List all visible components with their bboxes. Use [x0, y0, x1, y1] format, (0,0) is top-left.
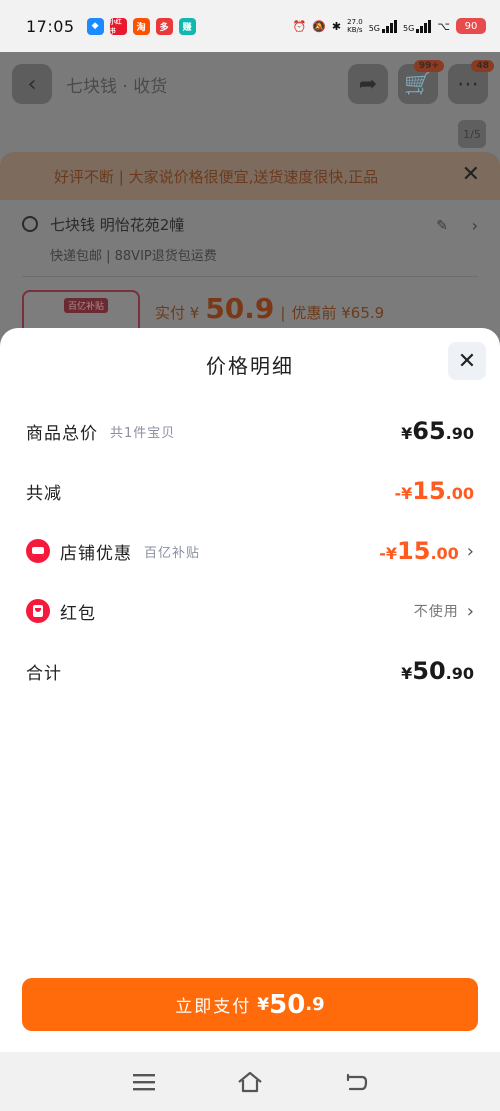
- cart-badge: 99+: [413, 60, 444, 72]
- location-pin-icon: [22, 216, 38, 232]
- image-pager: 1/5: [458, 120, 486, 148]
- row-label: 商品总价: [26, 423, 98, 444]
- pay-now-button[interactable]: 立即支付 ¥50.9: [22, 978, 478, 1031]
- close-icon: ✕: [457, 348, 477, 374]
- signal-5g-icon-1: 5G: [369, 19, 398, 33]
- currency: -¥: [379, 544, 398, 563]
- row-label: 店铺优惠: [60, 543, 132, 564]
- home-icon[interactable]: [237, 1069, 263, 1095]
- promo-text: 好评不断 | 大家说价格很便宜,送货速度很快,正品: [54, 167, 379, 186]
- grand-total-amount: ¥50.90: [401, 657, 474, 685]
- edit-icon: ✎: [436, 218, 448, 234]
- menu-icon[interactable]: [131, 1069, 157, 1095]
- battery-icon: 90: [456, 18, 486, 34]
- product-badge: 百亿补贴: [64, 298, 109, 313]
- row-label: 合计: [26, 663, 62, 684]
- share-icon: ➦: [348, 64, 388, 104]
- pay-button-int: 50: [269, 989, 306, 1020]
- mute-icon: 🔕: [312, 19, 326, 33]
- amount-dec: .00: [430, 544, 459, 563]
- address-block: 七块钱 明怡花苑2幢 快递包邮 | 88VIP退货包运费 ✎ ›: [22, 214, 478, 264]
- pay-button-dec: .9: [305, 994, 325, 1015]
- shipping-text: 快递包邮 | 88VIP退货包运费: [50, 249, 217, 264]
- row-label: 红包: [60, 603, 96, 624]
- status-bar: 17:05 ◆ 小红书 淘 多 赚 ⏰ 🔕 ✱ 27.0 KB/s 5G 5G …: [0, 0, 500, 52]
- shop-discount-amount: -¥ 15.00: [379, 537, 459, 565]
- amount-int: 50: [412, 657, 446, 685]
- chevron-right-icon: ›: [466, 540, 474, 562]
- background-pay-summary: 实付 ¥ 50.9 | 优惠前 ¥65.9: [155, 292, 384, 325]
- msg-badge: 48: [471, 60, 494, 72]
- pay-before: 优惠前 ¥65.9: [291, 304, 385, 322]
- app-icon-3: 淘: [132, 17, 150, 35]
- row-sub: 百亿补贴: [144, 545, 201, 561]
- row-grand-total: 合计 ¥50.90: [26, 656, 474, 686]
- more-icon: ⋯ 48: [448, 60, 494, 104]
- amount-dec: .00: [445, 484, 474, 503]
- price-detail-sheet: 价格明细 ✕ 商品总价 共1件宝贝 ¥65.90 共减 -¥ 15.00 店铺优惠…: [0, 328, 500, 1052]
- app-icon-5: 赚: [178, 17, 196, 35]
- wifi-icon: ⌥: [437, 19, 450, 33]
- amount-int: 15: [397, 537, 431, 565]
- row-red-packet[interactable]: 红包 不使用 ›: [26, 596, 474, 626]
- pay-amount: 50.9: [205, 292, 275, 325]
- app-icon-2: 小红书: [109, 17, 127, 35]
- pay-label: 实付 ¥: [155, 304, 200, 322]
- amount-int: 15: [412, 477, 446, 505]
- background-topbar: ‹ 七块钱 · 收货 ➦ 🛒 99+ ⋯ 48: [12, 60, 494, 104]
- row-goods-total: 商品总价 共1件宝贝 ¥65.90: [26, 416, 474, 446]
- net-speed: 27.0 KB/s: [347, 18, 363, 34]
- currency: -¥: [394, 484, 413, 503]
- red-packet-icon: [26, 599, 50, 623]
- currency: ¥: [401, 424, 413, 443]
- back-icon: ‹: [12, 64, 52, 104]
- row-sub: 共1件宝贝: [110, 425, 176, 441]
- promo-close-icon: ✕: [461, 162, 480, 187]
- amount-dec: .90: [445, 424, 474, 443]
- background-actions: ➦ 🛒 99+ ⋯ 48: [348, 60, 494, 104]
- signal-5g-icon-2: 5G: [403, 19, 432, 33]
- address-text: 七块钱 明怡花苑2幢: [50, 216, 185, 234]
- divider: [22, 276, 478, 277]
- goods-total-amount: ¥65.90: [401, 417, 474, 445]
- row-shop-discount[interactable]: 店铺优惠 百亿补贴 -¥ 15.00 ›: [26, 536, 474, 566]
- alarm-icon: ⏰: [292, 19, 307, 33]
- pay-button-label: 立即支付: [175, 997, 252, 1017]
- app-icon-1: ◆: [86, 17, 104, 35]
- amount-int: 65: [412, 417, 446, 445]
- total-discount-amount: -¥ 15.00: [394, 477, 474, 505]
- currency: ¥: [401, 664, 413, 683]
- separator: |: [280, 304, 286, 322]
- close-button[interactable]: ✕: [448, 342, 486, 380]
- chevron-right-icon: ›: [466, 600, 474, 622]
- back-nav-icon[interactable]: [343, 1069, 369, 1095]
- bluetooth-icon: ✱: [331, 19, 342, 33]
- status-time: 17:05: [26, 16, 75, 36]
- promo-banner: 好评不断 | 大家说价格很便宜,送货速度很快,正品 ✕: [0, 152, 500, 200]
- row-label: 共减: [26, 483, 62, 504]
- notification-app-icons: ◆ 小红书 淘 多 赚: [86, 17, 196, 35]
- shop-coupon-icon: [26, 539, 50, 563]
- app-icon-4: 多: [155, 17, 173, 35]
- status-indicators: ⏰ 🔕 ✱ 27.0 KB/s 5G 5G ⌥ 90: [292, 18, 486, 34]
- system-nav-bar: [0, 1052, 500, 1111]
- row-total-discount: 共减 -¥ 15.00: [26, 476, 474, 506]
- pay-button-currency: ¥: [257, 994, 270, 1015]
- sheet-title: 价格明细: [206, 354, 294, 378]
- red-packet-value: 不使用: [413, 604, 459, 620]
- amount-dec: .90: [445, 664, 474, 683]
- chevron-right-icon: ›: [471, 216, 478, 235]
- background-title: 七块钱 · 收货: [66, 76, 168, 97]
- cart-icon: 🛒 99+: [398, 60, 444, 104]
